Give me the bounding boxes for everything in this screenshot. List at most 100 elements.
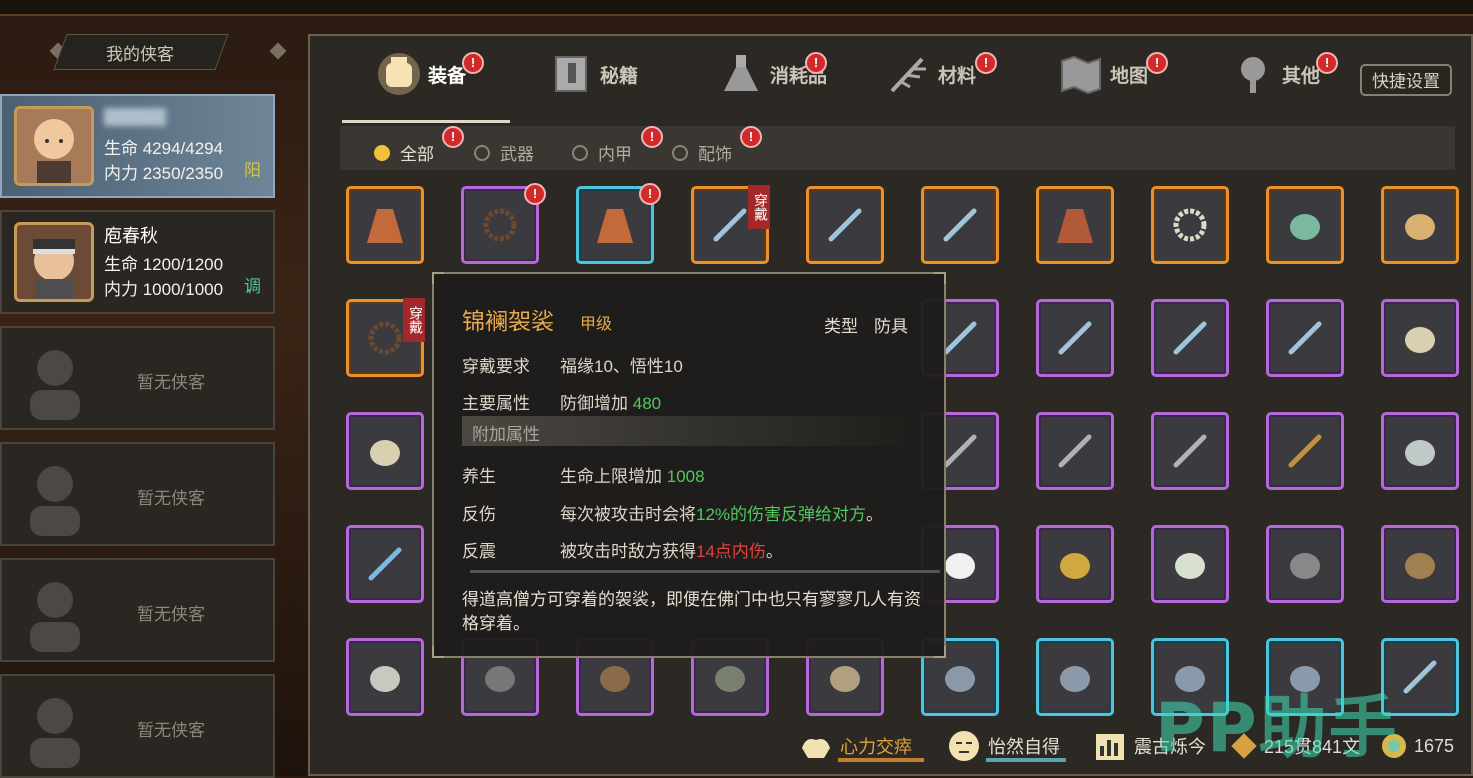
tooltip-scrollbar[interactable] — [470, 570, 940, 573]
tab-manuals[interactable]: 秘籍 — [548, 46, 638, 102]
tab-alert-badge: ! — [1146, 52, 1168, 74]
inventory-slot[interactable] — [346, 412, 424, 490]
filter-accessories[interactable]: 配饰 — [672, 140, 732, 165]
other-bag-icon — [1241, 57, 1265, 93]
sword-icon — [713, 208, 747, 242]
radio-icon — [374, 144, 390, 161]
extra-highlight: 14点内伤 — [696, 542, 766, 561]
filter-inner-armor[interactable]: 内甲 — [572, 140, 632, 165]
gem-value: 1675 — [1414, 735, 1455, 756]
jar-icon — [600, 666, 630, 692]
equipment-bag-icon — [378, 53, 420, 95]
inventory-slot[interactable] — [1381, 525, 1459, 603]
tab-materials[interactable]: 材料 — [886, 46, 976, 102]
inventory-slot[interactable] — [1151, 299, 1229, 377]
worn-badge: 穿戴 — [403, 298, 425, 342]
extra-text: 每次被攻击时会将 — [560, 505, 696, 524]
extra-number: 1008 — [666, 467, 705, 486]
inventory-slot[interactable] — [1381, 299, 1459, 377]
inventory-slot[interactable] — [1036, 638, 1114, 716]
scimitar-icon — [1405, 327, 1435, 353]
inventory-slot[interactable]: ! — [576, 183, 661, 264]
inventory-slot[interactable] — [1151, 186, 1229, 264]
main-attr-key: 主要属性 — [462, 394, 530, 413]
status-label: 怡然自得 — [988, 737, 1060, 757]
filter-all[interactable]: 全部 — [374, 140, 434, 165]
inventory-slot[interactable] — [1266, 299, 1344, 377]
tab-map[interactable]: 地图 — [1058, 46, 1148, 102]
hero-portrait — [14, 222, 94, 302]
inventory-slot[interactable] — [1266, 186, 1344, 264]
quick-settings-button[interactable]: 快捷设置 — [1360, 64, 1452, 96]
tab-alert-badge: ! — [805, 52, 827, 74]
filter-alert-badge: ! — [740, 126, 762, 148]
extra-key: 反伤 — [462, 505, 496, 524]
scroll-rank-icon — [1096, 734, 1124, 760]
watermark: PP助手 — [1155, 689, 1399, 768]
hero-hp: 生命 1200/1200 — [104, 255, 224, 274]
empty-hero-slot[interactable]: 暂无侠客 — [0, 558, 275, 662]
top-strip — [0, 0, 1473, 16]
inventory-slot[interactable] — [1381, 412, 1459, 490]
status-heart-exhausted[interactable]: 心力交瘁 — [798, 726, 924, 766]
sword-icon — [1173, 321, 1207, 355]
tab-equipment[interactable]: 装备 — [376, 46, 466, 102]
robe-icon — [367, 209, 403, 243]
extra-tail: 。 — [765, 542, 783, 561]
inventory-slot[interactable] — [1266, 525, 1344, 603]
hero-mp: 内力 1000/1000 — [104, 280, 224, 299]
fan-icon — [1405, 440, 1435, 466]
tab-other[interactable]: 其他 — [1230, 46, 1320, 102]
inventory-slot[interactable] — [1036, 525, 1114, 603]
inventory-slot[interactable] — [1151, 525, 1229, 603]
herb-material-icon — [890, 57, 926, 93]
empty-hero-slot[interactable]: 暂无侠客 — [0, 326, 275, 430]
status-calm[interactable]: 怡然自得 — [946, 726, 1066, 766]
status-label: 心力交瘁 — [840, 737, 912, 757]
item-type-label: 类型 — [824, 317, 858, 336]
inventory-slot[interactable]: ! — [461, 183, 546, 264]
hero-card-1[interactable]: 生命 4294/4294 内力 2350/2350 阳 — [0, 94, 275, 198]
inventory-slot[interactable]: 穿戴 — [346, 298, 425, 377]
empty-hero-slot[interactable]: 暂无侠客 — [0, 442, 275, 546]
tooltip-corner — [432, 646, 444, 658]
inventory-slot[interactable] — [1266, 412, 1344, 490]
empty-hero-slot[interactable]: 暂无侠客 — [0, 674, 275, 778]
inventory-slot[interactable] — [806, 186, 884, 264]
item-type-value: 防具 — [874, 317, 908, 336]
hero-card-2[interactable]: 庖春秋 生命 1200/1200 内力 1000/1000 调 — [0, 210, 275, 314]
selected-tab-underline — [342, 120, 510, 123]
inventory-slot[interactable] — [346, 186, 424, 264]
hero-mp: 内力 2350/2350 — [104, 164, 224, 183]
extra-highlight: 12%的伤害反弹给对方 — [696, 505, 867, 524]
book-icon — [555, 56, 587, 92]
tooltip-corner — [934, 272, 946, 284]
warrior-portrait-icon — [17, 225, 91, 299]
sword-icon — [828, 208, 862, 242]
double-spear-icon — [368, 547, 402, 581]
tab-label: 其他 — [1282, 65, 1321, 87]
map-icon — [1061, 55, 1101, 95]
inventory-slot[interactable] — [346, 638, 424, 716]
extra-key: 养生 — [462, 467, 496, 486]
staff-icon — [1288, 434, 1322, 468]
inventory-slot[interactable] — [1036, 412, 1114, 490]
item-title: 锦襕袈裟 — [462, 308, 554, 334]
inventory-slot[interactable] — [346, 525, 424, 603]
inventory-slot[interactable] — [921, 186, 999, 264]
tab-alert-badge: ! — [975, 52, 997, 74]
extra-value: 每次被攻击时会将12%的伤害反弹给对方。 — [560, 500, 883, 525]
item-grade: 甲级 — [580, 316, 613, 333]
status-underline — [986, 758, 1066, 762]
inventory-slot[interactable] — [1036, 186, 1114, 264]
filter-weapons[interactable]: 武器 — [474, 140, 534, 165]
sword-icon — [1058, 321, 1092, 355]
inventory-slot[interactable] — [1036, 299, 1114, 377]
inventory-slot[interactable] — [1151, 412, 1229, 490]
item-tooltip: 锦襕袈裟 甲级 类型 防具 穿戴要求 福缘10、悟性10 主要属性 防御增加 4… — [432, 272, 946, 658]
inventory-slot[interactable] — [1381, 186, 1459, 264]
inventory-slot[interactable]: 穿戴 — [691, 185, 770, 264]
radio-icon — [572, 144, 588, 161]
roster-title: 我的侠客 — [106, 45, 174, 64]
calm-face-icon — [949, 731, 979, 761]
